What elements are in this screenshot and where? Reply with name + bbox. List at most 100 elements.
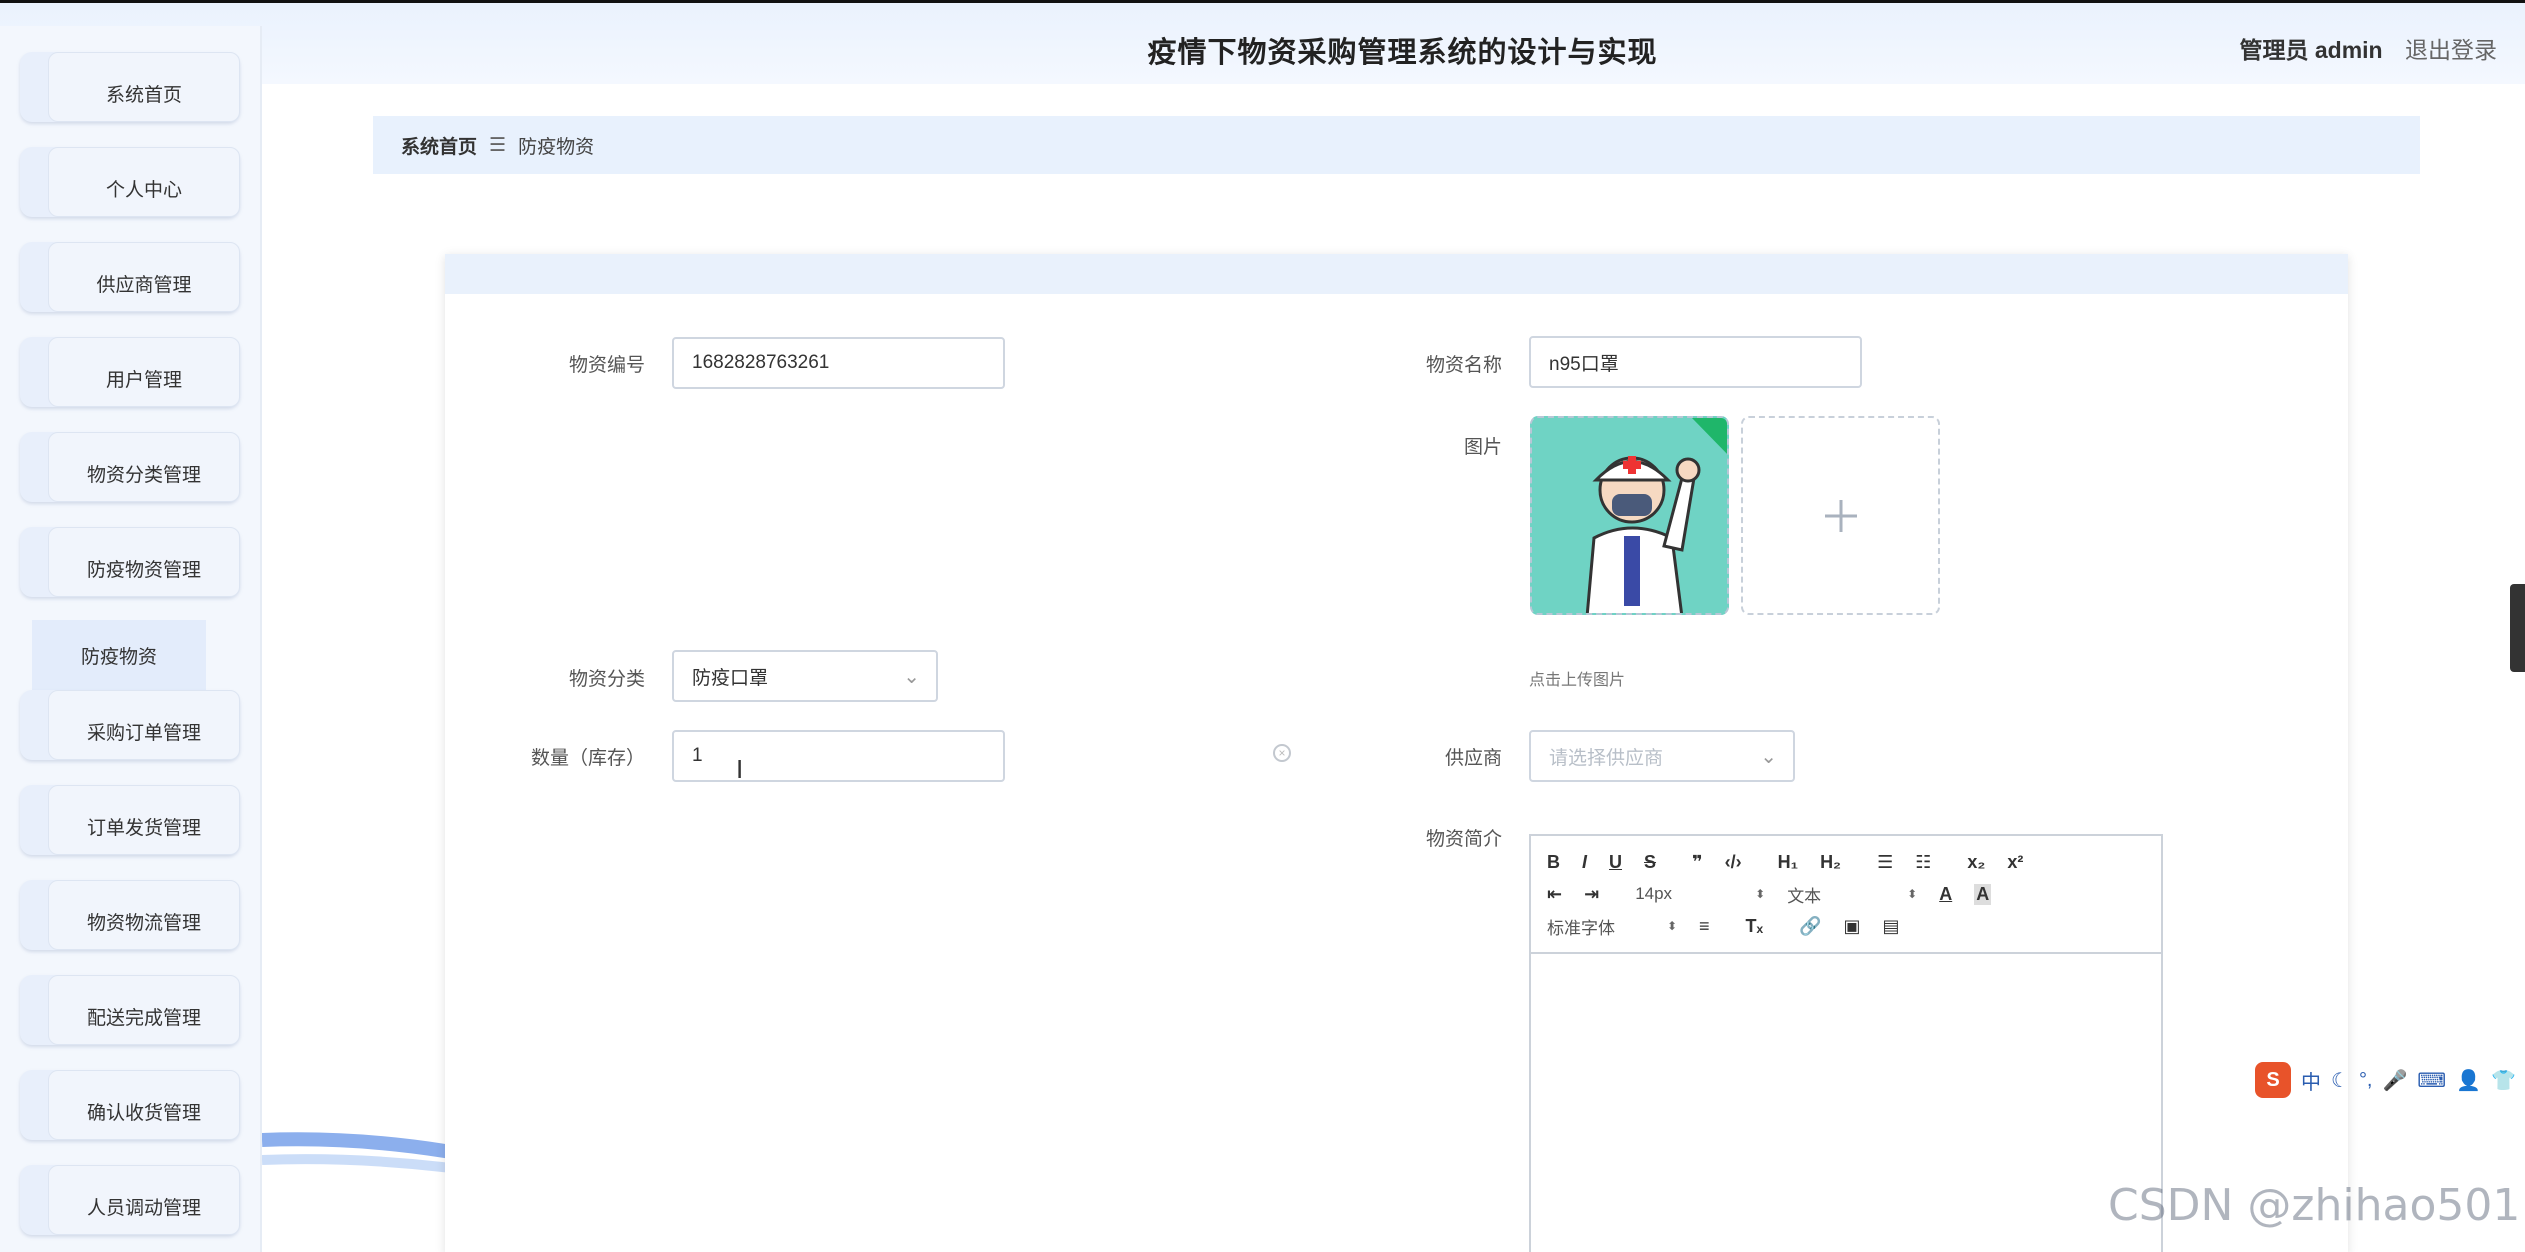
blockquote-icon[interactable]: ❞ [1692, 852, 1703, 873]
name-field[interactable]: n95口罩 [1529, 336, 1862, 388]
sidebar-item-label: 采购订单管理 [48, 690, 240, 760]
italic-icon[interactable]: I [1582, 852, 1587, 873]
superscript-icon[interactable]: x² [2007, 852, 2023, 873]
doctor-illustration-icon [1532, 418, 1727, 613]
quantity-label: 数量（库存） [530, 748, 645, 769]
form-card: 物资编号 1682828763261 物资分类 防疫口罩 ⌄ 数量（库存） 1 … [445, 254, 2348, 1252]
sidebar-item-profile[interactable]: 个人中心 [20, 147, 240, 217]
strikethrough-icon[interactable]: S [1644, 852, 1656, 873]
quantity-field[interactable]: 1 [672, 730, 1005, 782]
chevron-down-icon: ⌄ [903, 666, 920, 688]
image-icon[interactable]: ▣ [1844, 916, 1861, 937]
image-upload-button[interactable] [1741, 416, 1940, 615]
sidebar-item-label: 人员调动管理 [48, 1165, 240, 1235]
heading2-icon[interactable]: H₂ [1820, 852, 1841, 873]
sidebar-item-purchase-orders[interactable]: 采购订单管理 [20, 690, 240, 760]
breadcrumb-current: 防疫物资 [518, 136, 595, 158]
sidebar-item-label: 配送完成管理 [48, 975, 240, 1045]
microphone-icon[interactable]: 🎤 [2383, 1068, 2408, 1093]
upload-hint: 点击上传图片 [1529, 672, 1626, 689]
sidebar-item-label: 系统首页 [48, 52, 240, 122]
sidebar-item-label: 物资分类管理 [48, 432, 240, 502]
rich-text-editor[interactable]: B I U S ❞ ‹/› H₁ H₂ ☰ ☷ x₂ x² ⇤ ⇥ 14px ⬍ … [1529, 834, 2163, 1252]
subscript-icon[interactable]: x₂ [1967, 852, 1985, 873]
text-style-select[interactable]: 文本 ⬍ [1787, 882, 1917, 907]
supplier-select[interactable]: 请选择供应商 ⌄ [1529, 730, 1795, 782]
punctuation-icon[interactable]: °, [2359, 1069, 2373, 1092]
user-label: 管理员 admin [2239, 37, 2383, 63]
sidebar-item-categories[interactable]: 物资分类管理 [20, 432, 240, 502]
sidebar-item-suppliers[interactable]: 供应商管理 [20, 242, 240, 312]
sidebar-item-staff[interactable]: 人员调动管理 [20, 1165, 240, 1235]
outdent-icon[interactable]: ⇤ [1547, 884, 1562, 905]
code-field[interactable]: 1682828763261 [672, 337, 1005, 389]
watermark: CSDN @zhihao501 [2108, 1180, 2521, 1231]
top-bar: 疫情下物资采购管理系统的设计与实现 管理员 admin 退出登录 [0, 0, 2525, 84]
category-label: 物资分类 [568, 669, 645, 690]
keyboard-icon[interactable]: ⌨ [2417, 1068, 2446, 1093]
code-icon[interactable]: ‹/› [1725, 852, 1742, 873]
sidebar-item-shipping[interactable]: 订单发货管理 [20, 785, 240, 855]
scroll-handle[interactable] [2510, 584, 2525, 672]
chevron-down-icon: ⌄ [1760, 746, 1777, 768]
bullet-list-icon[interactable]: ☷ [1915, 852, 1931, 873]
logout-link[interactable]: 退出登录 [2405, 37, 2497, 63]
sidebar-item-label: 用户管理 [48, 337, 240, 407]
sogou-logo-icon: S [2255, 1062, 2291, 1098]
user-icon[interactable]: 👤 [2456, 1068, 2481, 1093]
site-title: 疫情下物资采购管理系统的设计与实现 [1147, 37, 1658, 69]
ime-toolbar[interactable]: S 中 ☾ °, 🎤 ⌨ 👤 👕 [2255, 1060, 2525, 1100]
sidebar-item-receipt[interactable]: 确认收货管理 [20, 1070, 240, 1140]
align-icon[interactable]: ≡ [1699, 916, 1710, 937]
updown-icon: ⬍ [1666, 919, 1677, 933]
ordered-list-icon[interactable]: ☰ [1877, 852, 1893, 873]
image-label: 图片 [1463, 437, 1502, 458]
category-value: 防疫口罩 [692, 667, 769, 689]
breadcrumb-home[interactable]: 系统首页 [401, 132, 477, 159]
updown-icon: ⬍ [1907, 887, 1918, 901]
text-cursor-icon: I [736, 754, 744, 784]
editor-toolbar: B I U S ❞ ‹/› H₁ H₂ ☰ ☷ x₂ x² ⇤ ⇥ 14px ⬍ … [1531, 836, 2161, 954]
category-select[interactable]: 防疫口罩 ⌄ [672, 650, 938, 702]
font-size-select[interactable]: 14px ⬍ [1635, 884, 1765, 904]
clear-icon[interactable]: × [1273, 744, 1291, 762]
video-icon[interactable]: ▤ [1883, 916, 1900, 937]
sidebar-item-home[interactable]: 系统首页 [20, 52, 240, 122]
link-icon[interactable]: 🔗 [1799, 916, 1821, 937]
breadcrumb-separator-icon: ☰ [489, 134, 507, 156]
font-size-value: 14px [1635, 884, 1673, 903]
uploaded-image[interactable] [1530, 416, 1729, 615]
font-family-value: 标准字体 [1547, 918, 1615, 938]
font-color-icon[interactable]: A [1939, 884, 1952, 905]
sidebar-item-label: 个人中心 [48, 147, 240, 217]
background-color-icon[interactable]: A [1974, 883, 1992, 905]
code-label: 物资编号 [568, 355, 645, 376]
sidebar-item-label: 防疫物资管理 [48, 527, 240, 597]
sidebar-item-label: 供应商管理 [48, 242, 240, 312]
heading1-icon[interactable]: H₁ [1778, 852, 1798, 873]
sidebar-item-label: 确认收货管理 [48, 1070, 240, 1140]
intro-label: 物资简介 [1425, 829, 1502, 850]
supplier-placeholder: 请选择供应商 [1549, 747, 1664, 769]
clear-format-icon[interactable]: Tₓ [1746, 916, 1764, 937]
sidebar-item-logistics[interactable]: 物资物流管理 [20, 880, 240, 950]
font-family-select[interactable]: 标准字体 ⬍ [1547, 914, 1677, 939]
plus-icon [1824, 499, 1857, 532]
indent-icon[interactable]: ⇥ [1584, 884, 1599, 905]
sidebar-item-users[interactable]: 用户管理 [20, 337, 240, 407]
sidebar-item-label: 物资物流管理 [48, 880, 240, 950]
sidebar-subitem-supplies[interactable]: 防疫物资 [32, 620, 206, 690]
sidebar-item-label: 订单发货管理 [48, 785, 240, 855]
breadcrumb: 系统首页 ☰ 防疫物资 [373, 116, 2420, 174]
skin-icon[interactable]: 👕 [2491, 1068, 2516, 1093]
moon-icon[interactable]: ☾ [2331, 1068, 2349, 1093]
updown-icon: ⬍ [1755, 887, 1766, 901]
sidebar: 系统首页 个人中心 供应商管理 用户管理 物资分类管理 防疫物资管理 防疫物资 … [0, 26, 262, 1252]
bold-icon[interactable]: B [1547, 852, 1560, 873]
underline-icon[interactable]: U [1609, 852, 1622, 873]
sidebar-item-delivered[interactable]: 配送完成管理 [20, 975, 240, 1045]
text-style-value: 文本 [1787, 886, 1822, 906]
card-header [445, 254, 2348, 294]
sidebar-item-supplies[interactable]: 防疫物资管理 [20, 527, 240, 597]
ime-mode[interactable]: 中 [2301, 1066, 2321, 1095]
